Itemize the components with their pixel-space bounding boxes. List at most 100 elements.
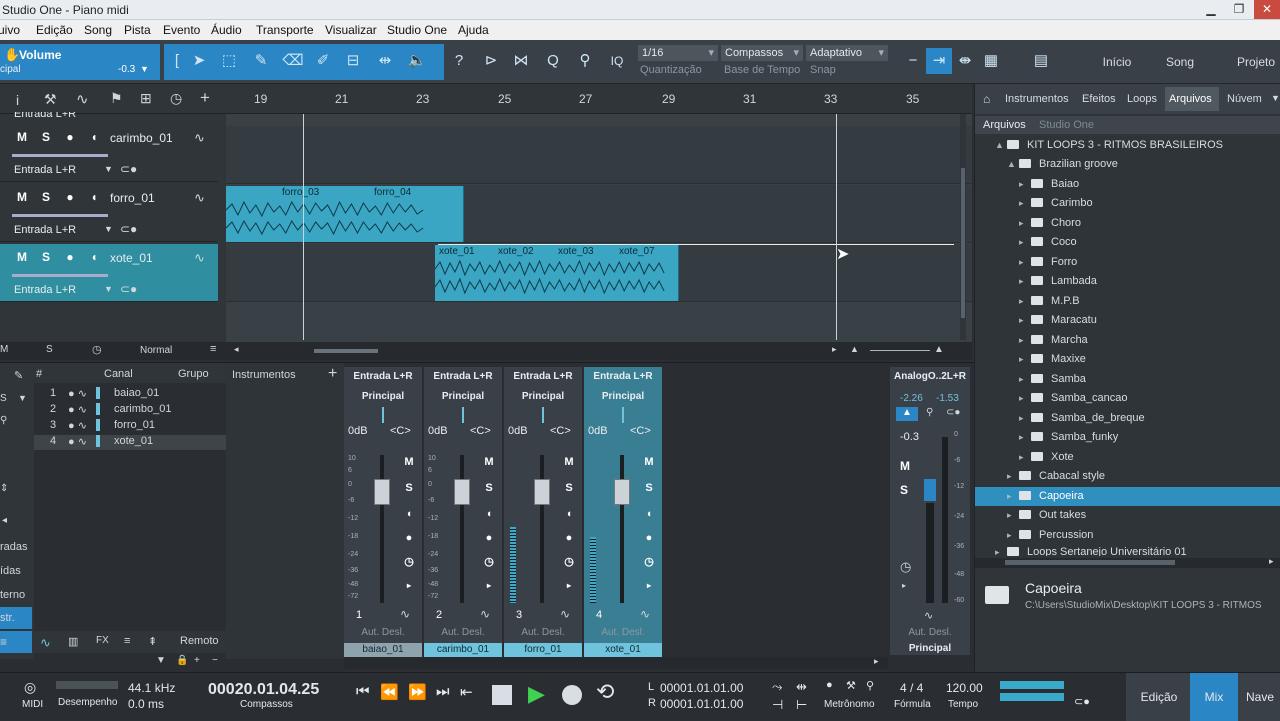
mixer-scrollbar[interactable]: ▸ <box>344 656 888 669</box>
home-icon[interactable]: ⌂ <box>983 92 990 106</box>
channel-input[interactable]: Entrada L+R <box>504 371 582 382</box>
menu-help[interactable]: Ajuda <box>458 23 489 37</box>
chevron-down-icon[interactable]: ▼ <box>104 164 113 174</box>
loop-start-icon[interactable]: ⇤ <box>460 683 473 701</box>
chevron-down-icon[interactable]: ▼ <box>104 284 113 294</box>
nav-project[interactable]: Projeto <box>1228 48 1280 76</box>
rewind-start-icon[interactable]: ⏮ <box>356 683 370 700</box>
loop-icon[interactable]: ⟲ <box>596 679 614 705</box>
solo-button[interactable]: S <box>640 479 658 497</box>
pan-value[interactable]: <C> <box>390 425 411 437</box>
toggle-icon[interactable]: ⊂● <box>120 282 137 296</box>
tree-folder[interactable]: ▸ Percussion <box>1007 526 1093 545</box>
toggle-icon[interactable]: ⊂● <box>120 222 137 236</box>
eraser-icon[interactable]: ⌫ <box>280 48 306 74</box>
mute-button[interactable]: M <box>12 248 32 266</box>
input-select[interactable]: Entrada L+R <box>10 282 116 298</box>
tree-folder-root[interactable]: ▲ KIT LOOPS 3 - RITMOS BRASILEIROS <box>995 136 1223 155</box>
volume-fader[interactable] <box>374 479 390 505</box>
channel-name[interactable]: forro_01 <box>504 643 582 657</box>
listen-icon[interactable]: 🔈 <box>404 48 430 74</box>
track-forro[interactable]: M S ● ◖ forro_01 ∿ Entrada L+R ▼ ⊂● <box>0 184 218 242</box>
solo-button[interactable]: S <box>480 479 498 497</box>
breadcrumb-studio-one[interactable]: Studio One <box>1039 119 1094 131</box>
iq-icon[interactable]: IQ <box>604 48 630 74</box>
send-slot[interactable] <box>622 407 624 423</box>
send-slot[interactable] <box>382 407 384 423</box>
mute-button[interactable]: M <box>640 453 658 471</box>
tab-loops[interactable]: Loops <box>1127 93 1157 105</box>
remote-button[interactable]: Remoto <box>180 635 219 647</box>
minus-icon[interactable]: − <box>900 48 926 74</box>
audio-clip-xote[interactable]: xote_01 xote_02 xote_03 xote_07 <box>435 245 679 301</box>
timer-icon[interactable]: ◷ <box>640 553 658 571</box>
timer-icon[interactable]: ◷ <box>560 553 578 571</box>
record-button[interactable] <box>562 685 582 705</box>
fader-track[interactable] <box>460 455 464 603</box>
record-icon[interactable]: ● <box>640 529 658 547</box>
fast-forward-icon[interactable]: ⏩ <box>408 683 427 701</box>
quantize-icon[interactable]: Q <box>540 48 566 74</box>
timer-icon[interactable]: ◷ <box>480 553 498 571</box>
menu-icon[interactable]: ≡ <box>210 343 216 355</box>
input-select[interactable]: Entrada L+R <box>10 162 116 178</box>
zoom-in-icon[interactable]: ▲ <box>934 344 944 355</box>
tempo-value[interactable]: 120.00 <box>946 681 983 695</box>
wrench-icon[interactable]: ⚒ <box>44 91 57 108</box>
menu-song[interactable]: Song <box>84 23 112 37</box>
link-icon[interactable]: ▲ <box>896 407 918 421</box>
list-item[interactable]: 1 ● ∿ baiao_01 <box>34 387 226 402</box>
volume-bar[interactable] <box>12 154 108 157</box>
timeline-ruler[interactable]: 19 21 23 25 27 29 31 33 35 <box>226 84 972 114</box>
play-icon[interactable]: ▸ <box>902 581 906 590</box>
add-icon[interactable]: + <box>194 655 200 666</box>
tree-folder[interactable]: ▸ Samba_de_breque <box>1019 409 1145 428</box>
tree-folder[interactable]: ▸ Samba_cancao <box>1019 389 1127 408</box>
record-icon[interactable]: ● <box>60 188 80 206</box>
track-name[interactable]: xote_01 <box>110 251 153 265</box>
channel-output[interactable]: Principal <box>344 391 422 402</box>
split-view-icon[interactable]: ⇼ <box>952 48 978 74</box>
list-item[interactable]: 2 ● ∿ carimbo_01 <box>34 403 226 418</box>
vertical-scrollbar[interactable] <box>960 114 966 340</box>
side-item[interactable]: terno <box>0 589 25 601</box>
mixer-channel[interactable]: Entrada L+R Principal 0dB <C> M S ◖ ● ◷ … <box>504 367 582 657</box>
stop-button[interactable] <box>492 685 512 705</box>
monitor-icon[interactable]: ◖ <box>84 188 104 206</box>
track-xote[interactable]: M S ● ◖ xote_01 ∿ Entrada L+R ▼ ⊂● <box>0 244 218 302</box>
maximize-icon[interactable]: ❐ <box>1226 0 1252 19</box>
fader-track[interactable] <box>380 455 384 603</box>
s-icon[interactable]: S <box>0 393 7 404</box>
preroll-icon[interactable]: ⊢ <box>796 697 807 713</box>
time-signature[interactable]: 4 / 4 <box>900 681 923 695</box>
volume-bar[interactable] <box>12 274 108 277</box>
close-icon[interactable]: ✕ <box>1254 0 1280 19</box>
locator-left[interactable]: 00001.01.01.00 <box>660 681 743 695</box>
mixer-channel-selected[interactable]: Entrada L+R Principal 0dB <C> M S ◖ ● ◷ … <box>584 367 662 657</box>
click-icon[interactable]: ● <box>826 679 833 691</box>
side-item[interactable]: ídas <box>0 565 21 577</box>
metronome-settings-icon[interactable]: ⚒ <box>846 679 856 692</box>
snap-left-icon[interactable]: ⊳ <box>478 48 504 74</box>
master-automation[interactable]: Aut. Desl. <box>890 627 970 638</box>
solo-button[interactable]: S <box>36 128 56 146</box>
range-tool-icon[interactable]: ⬚ <box>216 48 242 74</box>
fader-track[interactable] <box>620 455 624 603</box>
arrow-tool-icon[interactable]: ➤ <box>186 48 212 74</box>
mute-button[interactable]: M <box>560 453 578 471</box>
timer-icon[interactable]: ◷ <box>900 559 911 575</box>
tree-folder[interactable]: ▸ Baiao <box>1019 175 1079 194</box>
master-input[interactable]: AnalogO..2L+R <box>890 371 970 382</box>
tree-folder[interactable]: ▸ Carimbo <box>1019 194 1093 213</box>
help-icon[interactable]: ? <box>446 48 472 74</box>
tree-folder[interactable]: ▸ Choro <box>1019 214 1081 233</box>
forward-end-icon[interactable]: ⏭ <box>436 683 450 700</box>
tree-folder[interactable]: ▸ Out takes <box>1007 506 1086 525</box>
paint-icon[interactable]: ✐ <box>310 48 336 74</box>
menu-audio[interactable]: Áudio <box>211 23 242 37</box>
tree-folder[interactable]: ▸ Lambada <box>1019 272 1097 291</box>
gain-value[interactable]: 0dB <box>588 425 608 437</box>
bend-icon[interactable]: ⇹ <box>372 48 398 74</box>
tree-folder[interactable]: ▸ Marcha <box>1019 331 1088 350</box>
volume-bar[interactable] <box>12 214 108 217</box>
